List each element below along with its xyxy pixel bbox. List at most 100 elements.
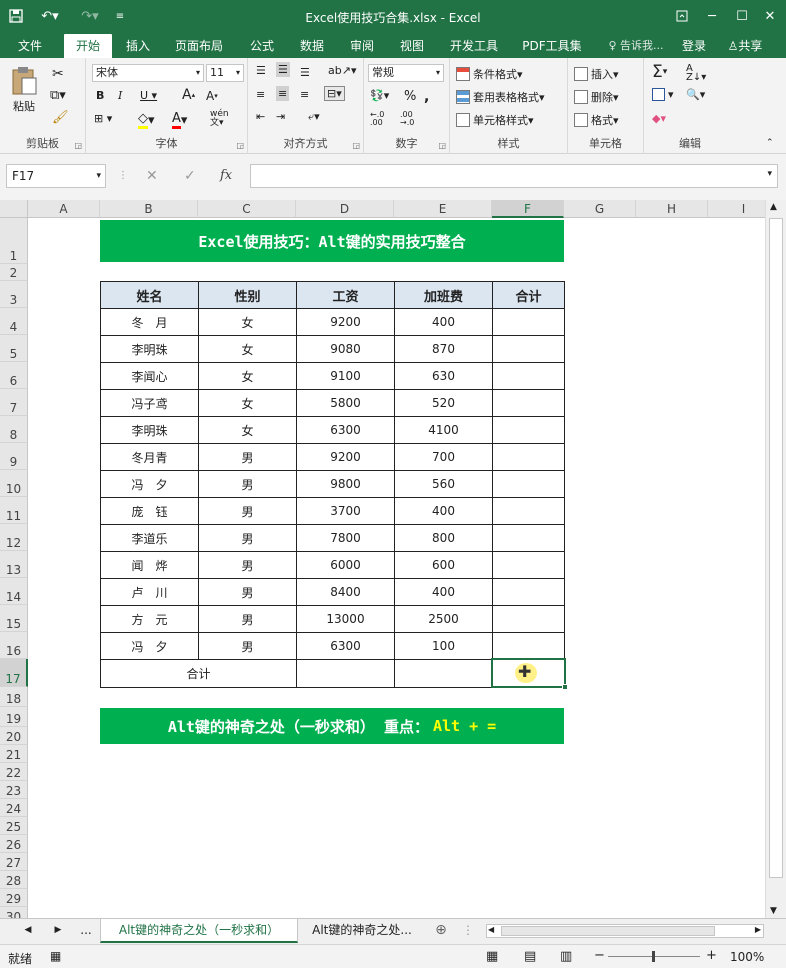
cut-icon[interactable]: ✂ <box>52 66 64 82</box>
sum-cell[interactable] <box>493 525 565 552</box>
overtime-cell[interactable]: 800 <box>395 525 493 552</box>
decrease-font-icon[interactable]: A ▾ <box>206 89 218 103</box>
column-header-d[interactable]: D <box>296 200 394 218</box>
dialog-launcher-icon[interactable]: ◲ <box>236 141 244 150</box>
scroll-left-icon[interactable]: ◀ <box>488 925 494 934</box>
salary-cell[interactable]: 8400 <box>297 579 395 606</box>
fill-icon[interactable]: ▾ <box>652 88 674 101</box>
enter-icon[interactable]: ✓ <box>184 168 196 184</box>
sum-cell[interactable] <box>493 633 565 660</box>
more-sheets-icon[interactable]: ... <box>76 919 96 943</box>
column-header-h[interactable]: H <box>636 200 708 218</box>
row-header[interactable]: 10 <box>0 470 28 497</box>
gender-cell[interactable]: 男 <box>199 471 297 498</box>
gender-cell[interactable]: 男 <box>199 606 297 633</box>
row-header[interactable]: 8 <box>0 416 28 443</box>
row-header[interactable]: 29 <box>0 889 28 907</box>
gender-cell[interactable]: 男 <box>199 633 297 660</box>
row-header[interactable]: 21 <box>0 745 28 763</box>
sum-cell[interactable] <box>493 417 565 444</box>
align-center-icon[interactable]: ≡ <box>276 86 290 101</box>
scroll-down-icon[interactable]: ▼ <box>770 906 777 916</box>
row-header[interactable]: 12 <box>0 524 28 551</box>
row-header[interactable]: 2 <box>0 264 28 281</box>
row-header[interactable]: 7 <box>0 389 28 416</box>
tab-view[interactable]: 视图 <box>392 34 432 58</box>
italic-button[interactable]: I <box>118 89 122 102</box>
name-cell[interactable]: 闻 烨 <box>101 552 199 579</box>
overtime-cell[interactable]: 4100 <box>395 417 493 444</box>
total-overtime-cell[interactable] <box>395 660 493 688</box>
name-cell[interactable]: 李明珠 <box>101 336 199 363</box>
name-cell[interactable]: 冯 夕 <box>101 633 199 660</box>
salary-cell[interactable]: 6000 <box>297 552 395 579</box>
underline-button[interactable]: U ▾ <box>140 89 157 102</box>
number-format-select[interactable]: 常规 ▾ <box>368 64 444 82</box>
gender-cell[interactable]: 男 <box>199 525 297 552</box>
row-header[interactable]: 4 <box>0 308 28 335</box>
scroll-right-icon[interactable]: ▶ <box>755 925 761 934</box>
sum-cell[interactable] <box>493 579 565 606</box>
increase-font-icon[interactable]: A ▴ <box>182 87 195 103</box>
row-header[interactable]: 13 <box>0 551 28 578</box>
salary-cell[interactable]: 9100 <box>297 363 395 390</box>
align-top-icon[interactable]: ☰ <box>256 64 266 77</box>
percent-icon[interactable]: % <box>404 89 416 104</box>
border-icon[interactable]: ⊞ ▾ <box>94 112 112 125</box>
row-header[interactable]: 5 <box>0 335 28 362</box>
dialog-launcher-icon[interactable]: ◲ <box>74 141 82 150</box>
align-left-icon[interactable]: ≡ <box>256 88 265 101</box>
find-icon[interactable]: 🔍▾ <box>686 88 705 101</box>
tab-developer[interactable]: 开发工具 <box>444 34 504 58</box>
dialog-launcher-icon[interactable]: ◲ <box>438 141 446 150</box>
title-banner[interactable]: Excel使用技巧：Alt键的实用技巧整合 <box>100 220 564 262</box>
currency-icon[interactable]: 💱▾ <box>370 89 389 102</box>
row-header[interactable]: 14 <box>0 578 28 605</box>
salary-cell[interactable]: 9800 <box>297 471 395 498</box>
cell-style-button[interactable]: 单元格样式 ▾ <box>456 112 534 128</box>
row-header[interactable]: 23 <box>0 781 28 799</box>
prev-sheet-icon[interactable]: ◀ <box>20 919 36 943</box>
salary-cell[interactable]: 13000 <box>297 606 395 633</box>
salary-cell[interactable]: 6300 <box>297 633 395 660</box>
overtime-cell[interactable]: 560 <box>395 471 493 498</box>
phonetic-icon[interactable]: wén 文▾ <box>210 110 229 128</box>
gender-cell[interactable]: 男 <box>199 444 297 471</box>
sum-cell[interactable] <box>493 390 565 417</box>
row-header[interactable]: 28 <box>0 871 28 889</box>
gender-cell[interactable]: 女 <box>199 336 297 363</box>
name-cell[interactable]: 庞 钰 <box>101 498 199 525</box>
cancel-icon[interactable]: ✕ <box>146 168 158 184</box>
zoom-slider-thumb[interactable] <box>652 951 655 962</box>
header-cell[interactable]: 合计 <box>493 282 565 309</box>
overtime-cell[interactable]: 700 <box>395 444 493 471</box>
login-button[interactable]: 登录 <box>676 34 712 58</box>
column-header-f[interactable]: F <box>492 200 564 218</box>
fill-handle[interactable] <box>562 684 568 690</box>
overtime-cell[interactable]: 400 <box>395 579 493 606</box>
formula-input[interactable]: ▾ <box>250 164 778 188</box>
paste-button[interactable]: 粘贴 <box>10 66 38 114</box>
overtime-cell[interactable]: 2500 <box>395 606 493 633</box>
tab-page-layout[interactable]: 页面布局 <box>168 34 230 58</box>
bold-button[interactable]: B <box>96 89 104 102</box>
decrease-indent-icon[interactable]: ⇤ <box>256 110 265 123</box>
comma-icon[interactable]: , <box>424 89 429 105</box>
orientation-icon[interactable]: ab↗▾ <box>328 64 356 77</box>
scroll-thumb[interactable] <box>501 926 715 936</box>
tab-insert[interactable]: 插入 <box>118 34 158 58</box>
merge-center-icon[interactable]: ⊟▾ <box>324 86 345 101</box>
font-name-select[interactable]: 宋体 ▾ <box>92 64 204 82</box>
horizontal-scrollbar[interactable]: ◀ ▶ <box>486 924 764 938</box>
salary-cell[interactable]: 9200 <box>297 444 395 471</box>
overtime-cell[interactable]: 400 <box>395 498 493 525</box>
gender-cell[interactable]: 女 <box>199 417 297 444</box>
tell-me-search[interactable]: ♀ 告诉我... <box>602 34 670 58</box>
insert-cells-button[interactable]: 插入 ▾ <box>574 66 619 82</box>
maximize-icon[interactable]: ☐ <box>730 6 754 26</box>
gender-cell[interactable]: 男 <box>199 579 297 606</box>
overtime-cell[interactable]: 100 <box>395 633 493 660</box>
row-header[interactable]: 1 <box>0 218 28 264</box>
row-header[interactable]: 26 <box>0 835 28 853</box>
decrease-decimal-icon[interactable]: .00 →.0 <box>400 111 414 127</box>
